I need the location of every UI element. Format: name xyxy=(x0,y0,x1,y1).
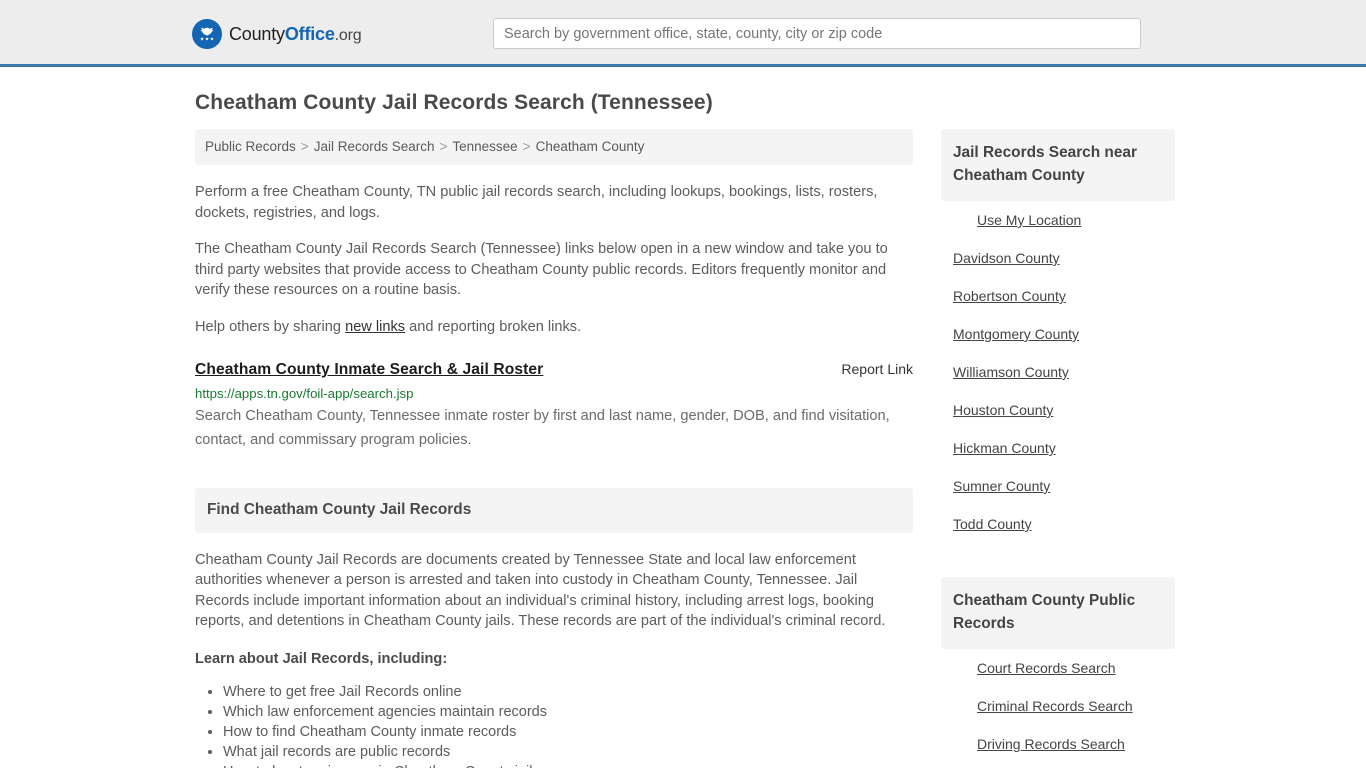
search-input[interactable] xyxy=(493,18,1141,49)
sidebar-nearby-heading: Jail Records Search near Cheatham County xyxy=(941,129,1175,201)
report-link-button[interactable]: Report Link xyxy=(841,361,913,377)
list-item: Robertson County xyxy=(941,277,1175,315)
share-text-before: Help others by sharing xyxy=(195,318,346,335)
intro-paragraph-1: Perform a free Cheatham County, TN publi… xyxy=(195,184,878,221)
find-records-section-heading: Find Cheatham County Jail Records xyxy=(195,488,913,533)
sidebar-item-inmate-search[interactable]: Inmate Search xyxy=(941,763,1175,768)
list-item: Inmate Search xyxy=(941,763,1175,768)
sidebar-item-criminal-records-search[interactable]: Criminal Records Search xyxy=(941,687,1175,725)
result-description: Search Cheatham County, Tennessee inmate… xyxy=(195,408,890,448)
site-header: CountyOffice.org xyxy=(0,0,1366,67)
list-item: Use My Location xyxy=(941,201,1175,239)
share-text-after: and reporting broken links. xyxy=(405,318,582,335)
sidebar-item-todd-county[interactable]: Todd County xyxy=(941,505,1175,543)
learn-about-list: Where to get free Jail Records online Wh… xyxy=(195,682,913,768)
list-item: Sumner County xyxy=(941,467,1175,505)
sidebar-public-records-heading: Cheatham County Public Records xyxy=(941,577,1175,649)
result-title-link[interactable]: Cheatham County Inmate Search & Jail Ros… xyxy=(195,361,543,379)
sidebar-item-houston-county[interactable]: Houston County xyxy=(941,391,1175,429)
brand-part-county: County xyxy=(229,23,285,44)
sidebar-item-hickman-county[interactable]: Hickman County xyxy=(941,429,1175,467)
sidebar-item-use-my-location[interactable]: Use My Location xyxy=(941,201,1175,239)
page-title: Cheatham County Jail Records Search (Ten… xyxy=(195,91,713,114)
result-url: https://apps.tn.gov/foil-app/search.jsp xyxy=(195,386,414,401)
list-item: Where to get free Jail Records online xyxy=(223,682,913,702)
intro-paragraph-2: The Cheatham County Jail Records Search … xyxy=(195,241,888,298)
brand-wordmark: CountyOffice.org xyxy=(229,23,362,45)
sidebar-item-driving-records-search[interactable]: Driving Records Search xyxy=(941,725,1175,763)
sidebar-item-sumner-county[interactable]: Sumner County xyxy=(941,467,1175,505)
breadcrumb-item-jail-records-search[interactable]: Jail Records Search xyxy=(314,139,435,154)
list-item: What jail records are public records xyxy=(223,742,913,762)
result-header-row: Cheatham County Inmate Search & Jail Ros… xyxy=(195,361,913,379)
list-item: Criminal Records Search xyxy=(941,687,1175,725)
list-item: Houston County xyxy=(941,391,1175,429)
list-item: How to locate prisoners in Cheatham Coun… xyxy=(223,762,913,768)
eagle-seal-icon xyxy=(192,19,222,49)
learn-about-heading: Learn about Jail Records, including: xyxy=(195,651,448,668)
sidebar-public-records-box: Cheatham County Public Records Court Rec… xyxy=(941,577,1175,768)
two-column-layout: Public Records > Jail Records Search > Tenne… xyxy=(195,129,1177,768)
sidebar-item-court-records-search[interactable]: Court Records Search xyxy=(941,649,1175,687)
sidebar-item-robertson-county[interactable]: Robertson County xyxy=(941,277,1175,315)
list-item: Court Records Search xyxy=(941,649,1175,687)
search-container xyxy=(493,18,1141,49)
content-container: Cheatham County Jail Records Search (Ten… xyxy=(189,91,1177,768)
page-body: Cheatham County Jail Records Search (Ten… xyxy=(0,91,1366,768)
brand-part-office: Office xyxy=(284,23,335,44)
sidebar-item-davidson-county[interactable]: Davidson County xyxy=(941,239,1175,277)
list-item: Davidson County xyxy=(941,239,1175,277)
list-item: Montgomery County xyxy=(941,315,1175,353)
list-item: Hickman County xyxy=(941,429,1175,467)
list-item: Todd County xyxy=(941,505,1175,543)
breadcrumb-item-tennessee[interactable]: Tennessee xyxy=(452,139,517,154)
sidebar-item-williamson-county[interactable]: Williamson County xyxy=(941,353,1175,391)
main-column: Public Records > Jail Records Search > Tenne… xyxy=(195,129,913,768)
breadcrumb-item-cheatham-county[interactable]: Cheatham County xyxy=(536,139,645,154)
list-item: Which law enforcement agencies maintain … xyxy=(223,702,913,722)
brand-part-org: .org xyxy=(334,26,362,44)
breadcrumb-separator: > xyxy=(439,139,448,154)
sidebar-public-records-list: Court Records Search Criminal Records Se… xyxy=(941,649,1175,768)
breadcrumb-item-public-records[interactable]: Public Records xyxy=(205,139,296,154)
result-item: Cheatham County Inmate Search & Jail Ros… xyxy=(195,361,913,452)
breadcrumb-separator: > xyxy=(300,139,309,154)
list-item: How to find Cheatham County inmate recor… xyxy=(223,722,913,742)
list-item: Driving Records Search xyxy=(941,725,1175,763)
sidebar-item-montgomery-county[interactable]: Montgomery County xyxy=(941,315,1175,353)
sidebar-nearby-box: Jail Records Search near Cheatham County… xyxy=(941,129,1175,543)
sidebar: Jail Records Search near Cheatham County… xyxy=(941,129,1175,768)
new-links-link[interactable]: new links xyxy=(345,319,405,335)
list-item: Williamson County xyxy=(941,353,1175,391)
breadcrumb-separator: > xyxy=(522,139,531,154)
sidebar-nearby-list: Use My Location Davidson County Robertso… xyxy=(941,201,1175,543)
brand-logo-link[interactable]: CountyOffice.org xyxy=(192,19,362,49)
find-records-section-body: Cheatham County Jail Records are documen… xyxy=(195,552,886,629)
intro-paragraph-3: Help others by sharing new links and rep… xyxy=(195,317,913,338)
breadcrumb: Public Records > Jail Records Search > Tenne… xyxy=(195,129,913,165)
